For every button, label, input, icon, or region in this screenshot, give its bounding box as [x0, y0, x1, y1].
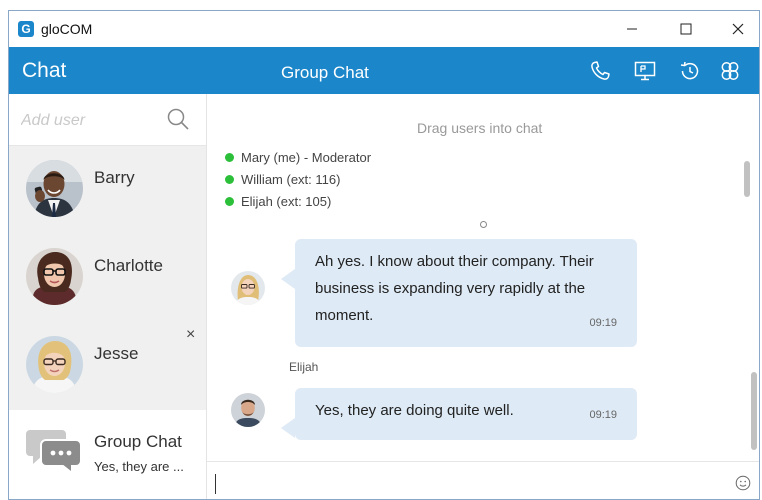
group-chat-last-message: Yes, they are ...	[94, 459, 184, 474]
message-time: 09:19	[589, 409, 617, 421]
section-title: Chat	[22, 59, 67, 82]
contact-item-barry[interactable]: Barry	[9, 146, 206, 234]
add-user-search	[9, 94, 206, 146]
contact-name: Barry	[94, 168, 135, 187]
app-logo-icon: G	[18, 21, 34, 37]
online-status-icon	[225, 153, 234, 162]
minimize-icon	[627, 28, 637, 30]
contact-name: Charlotte	[94, 256, 163, 275]
phone-icon	[591, 61, 610, 80]
message-bubble: Ah yes. I know about their company. Thei…	[281, 239, 637, 347]
group-chat-item[interactable]: Group Chat Yes, they are ...	[9, 410, 206, 499]
participant-label: Elijah (ext: 105)	[241, 194, 332, 209]
participants-icon	[721, 62, 739, 80]
screen-share-button[interactable]	[632, 58, 658, 84]
message-avatar	[231, 271, 265, 305]
message-bubble: Yes, they are doing quite well. 09:19	[281, 388, 637, 440]
drag-users-hint: Drag users into chat	[417, 120, 543, 136]
emoji-icon[interactable]	[735, 475, 751, 491]
history-button[interactable]	[677, 58, 703, 84]
message-line: moment.	[315, 307, 374, 324]
call-button[interactable]	[587, 58, 613, 84]
group-chat-name: Group Chat	[94, 432, 182, 451]
messages-scrollbar[interactable]	[751, 372, 757, 450]
minimize-button[interactable]	[609, 11, 655, 47]
participant-list: Mary (me) - Moderator William (ext: 116)…	[225, 151, 371, 217]
screen-share-icon	[634, 61, 656, 81]
contact-item-charlotte[interactable]: Charlotte	[9, 234, 206, 322]
message-time: 09:19	[589, 317, 617, 329]
avatar	[26, 336, 83, 393]
load-more-indicator-icon[interactable]	[480, 221, 487, 228]
participants-button[interactable]	[717, 58, 743, 84]
online-status-icon	[225, 197, 234, 206]
maximize-button[interactable]	[663, 11, 709, 47]
maximize-icon	[680, 23, 692, 35]
contact-item-jesse[interactable]: Jesse ×	[9, 322, 206, 410]
add-user-input[interactable]	[21, 108, 161, 134]
message-sender: Elijah	[289, 360, 319, 374]
message-line: Ah yes. I know about their company. Thei…	[315, 253, 594, 270]
avatar	[26, 248, 83, 305]
participant-label: William (ext: 116)	[241, 172, 341, 187]
app-title: gloCOM	[41, 21, 93, 37]
contacts-sidebar: Barry Charlotte	[9, 94, 207, 499]
chat-title: Group Chat	[281, 63, 369, 82]
participant-item: Mary (me) - Moderator	[225, 151, 371, 173]
message-line: Yes, they are doing quite well.	[315, 402, 514, 419]
text-caret	[215, 474, 216, 494]
participant-item: William (ext: 116)	[225, 173, 371, 195]
close-window-button[interactable]	[715, 11, 759, 47]
contact-name: Jesse	[94, 344, 139, 363]
app-window: G gloCOM Chat Group Chat Add user Barry …	[8, 10, 760, 500]
participants-scrollbar[interactable]	[744, 161, 750, 197]
avatar	[26, 160, 83, 217]
message-avatar	[231, 393, 265, 427]
app-header: Chat Group Chat	[9, 47, 759, 94]
online-status-icon	[225, 175, 234, 184]
message-line: business is expanding very rapidly at th…	[315, 280, 586, 297]
search-icon[interactable]	[166, 107, 190, 131]
participant-item: Elijah (ext: 105)	[225, 195, 371, 217]
remove-contact-button[interactable]: ×	[186, 326, 195, 344]
group-chat-icon	[26, 430, 82, 474]
participant-label: Mary (me) - Moderator	[241, 150, 372, 165]
history-icon	[680, 61, 699, 80]
chat-panel: Drag users into chat Mary (me) - Moderat…	[207, 94, 759, 499]
message-composer[interactable]	[207, 461, 759, 499]
title-bar: G gloCOM	[9, 11, 759, 47]
close-icon	[732, 23, 744, 35]
